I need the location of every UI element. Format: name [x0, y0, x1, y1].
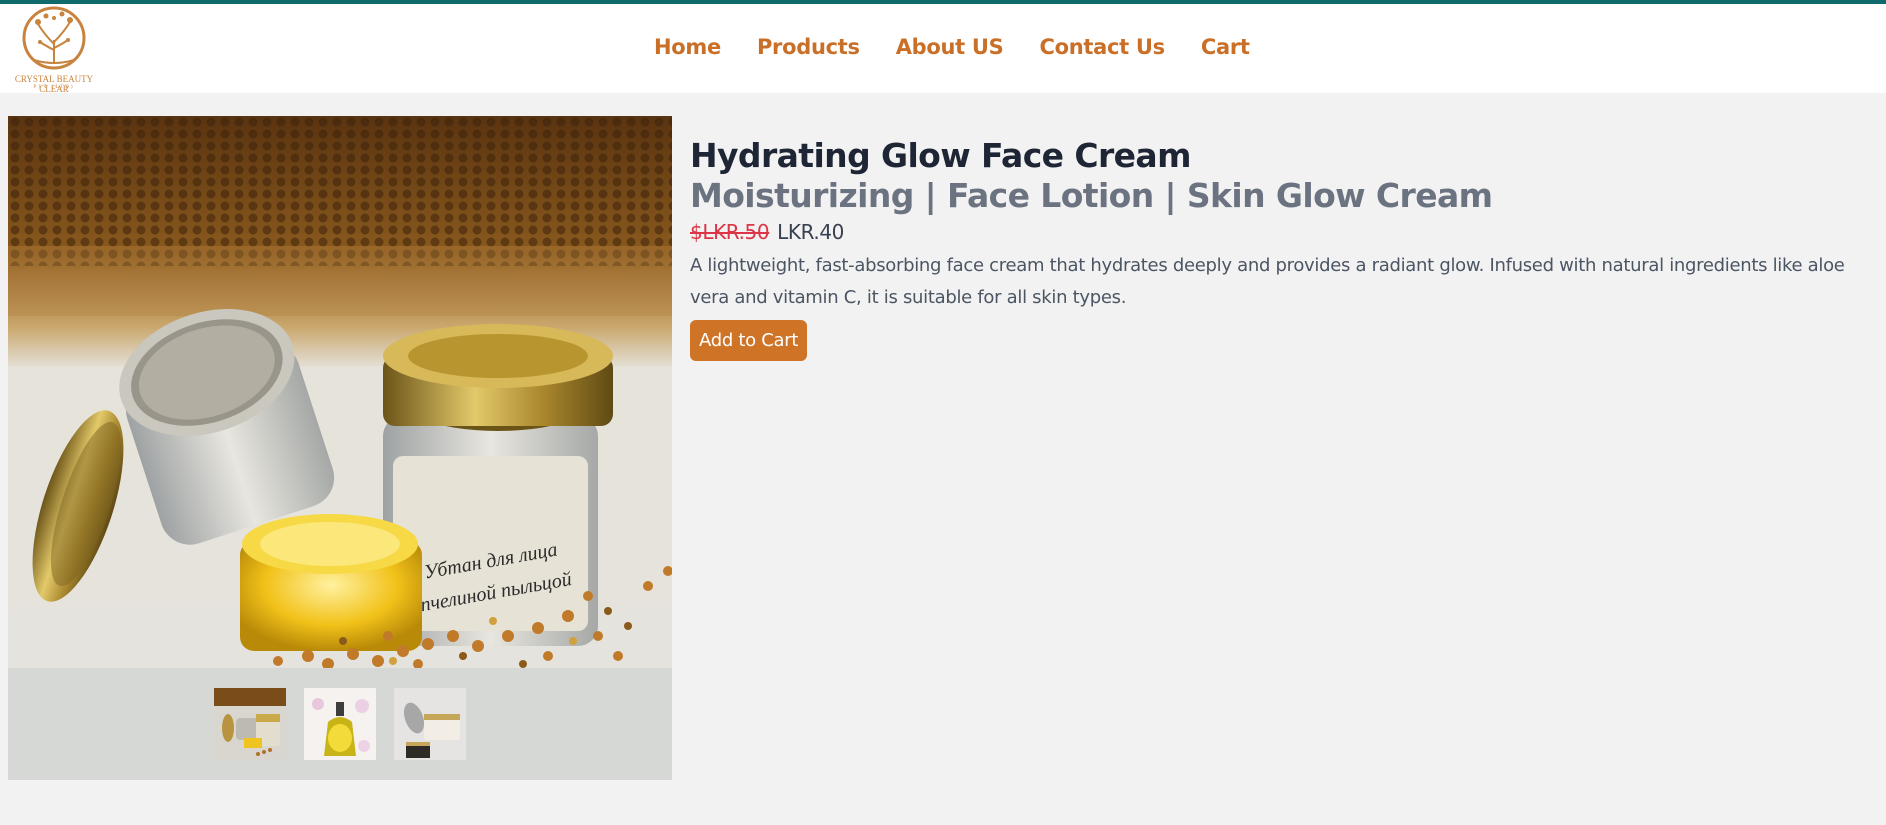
thumbnail-oil-bottle[interactable]: [304, 688, 376, 760]
thumbnail-strip: [214, 688, 466, 760]
logo-text: CRYSTAL BEAUTY CLEAR: [14, 74, 94, 94]
nav-products[interactable]: Products: [757, 35, 860, 59]
product-description: A lightweight, fast-absorbing face cream…: [690, 255, 1845, 308]
product-title: Hydrating Glow Face Cream: [690, 136, 1191, 175]
old-price: $LKR.50: [690, 220, 770, 244]
add-to-cart-button[interactable]: Add to Cart: [690, 320, 808, 361]
header: CRYSTAL BEAUTY CLEAR PVT (LTD) Home Prod…: [0, 0, 1886, 94]
jars-thumbnail-image: [214, 688, 286, 760]
logo-subtext: PVT (LTD): [33, 85, 75, 90]
thumbnail-jars[interactable]: [214, 688, 286, 760]
product-main-image[interactable]: Убтан для лица с пчелиной пыльцой: [8, 116, 672, 668]
nav-cart[interactable]: Cart: [1201, 35, 1250, 59]
nav-about-us[interactable]: About US: [896, 35, 1004, 59]
current-price: LKR.40: [777, 220, 845, 244]
cream-jar-thumbnail-image: [394, 688, 466, 760]
product-gallery: Убтан для лица с пчелиной пыльцой: [8, 116, 672, 780]
product-subtitle: Moisturizing | Face Lotion | Skin Glow C…: [690, 176, 1493, 215]
oil-bottle-thumbnail-image: [304, 688, 376, 760]
nav-home[interactable]: Home: [654, 35, 721, 59]
tree-logo-icon: [22, 6, 86, 70]
main-nav: Home Products About US Contact Us Cart: [654, 35, 1250, 59]
product-details: Hydrating Glow Face Cream Moisturizing |…: [690, 136, 1870, 361]
thumbnail-cream-jar[interactable]: [394, 688, 466, 760]
brand-logo[interactable]: CRYSTAL BEAUTY CLEAR PVT (LTD): [4, 4, 104, 94]
price-row: $LKR.50 LKR.40: [690, 218, 1870, 246]
nav-contact-us[interactable]: Contact Us: [1039, 35, 1165, 59]
